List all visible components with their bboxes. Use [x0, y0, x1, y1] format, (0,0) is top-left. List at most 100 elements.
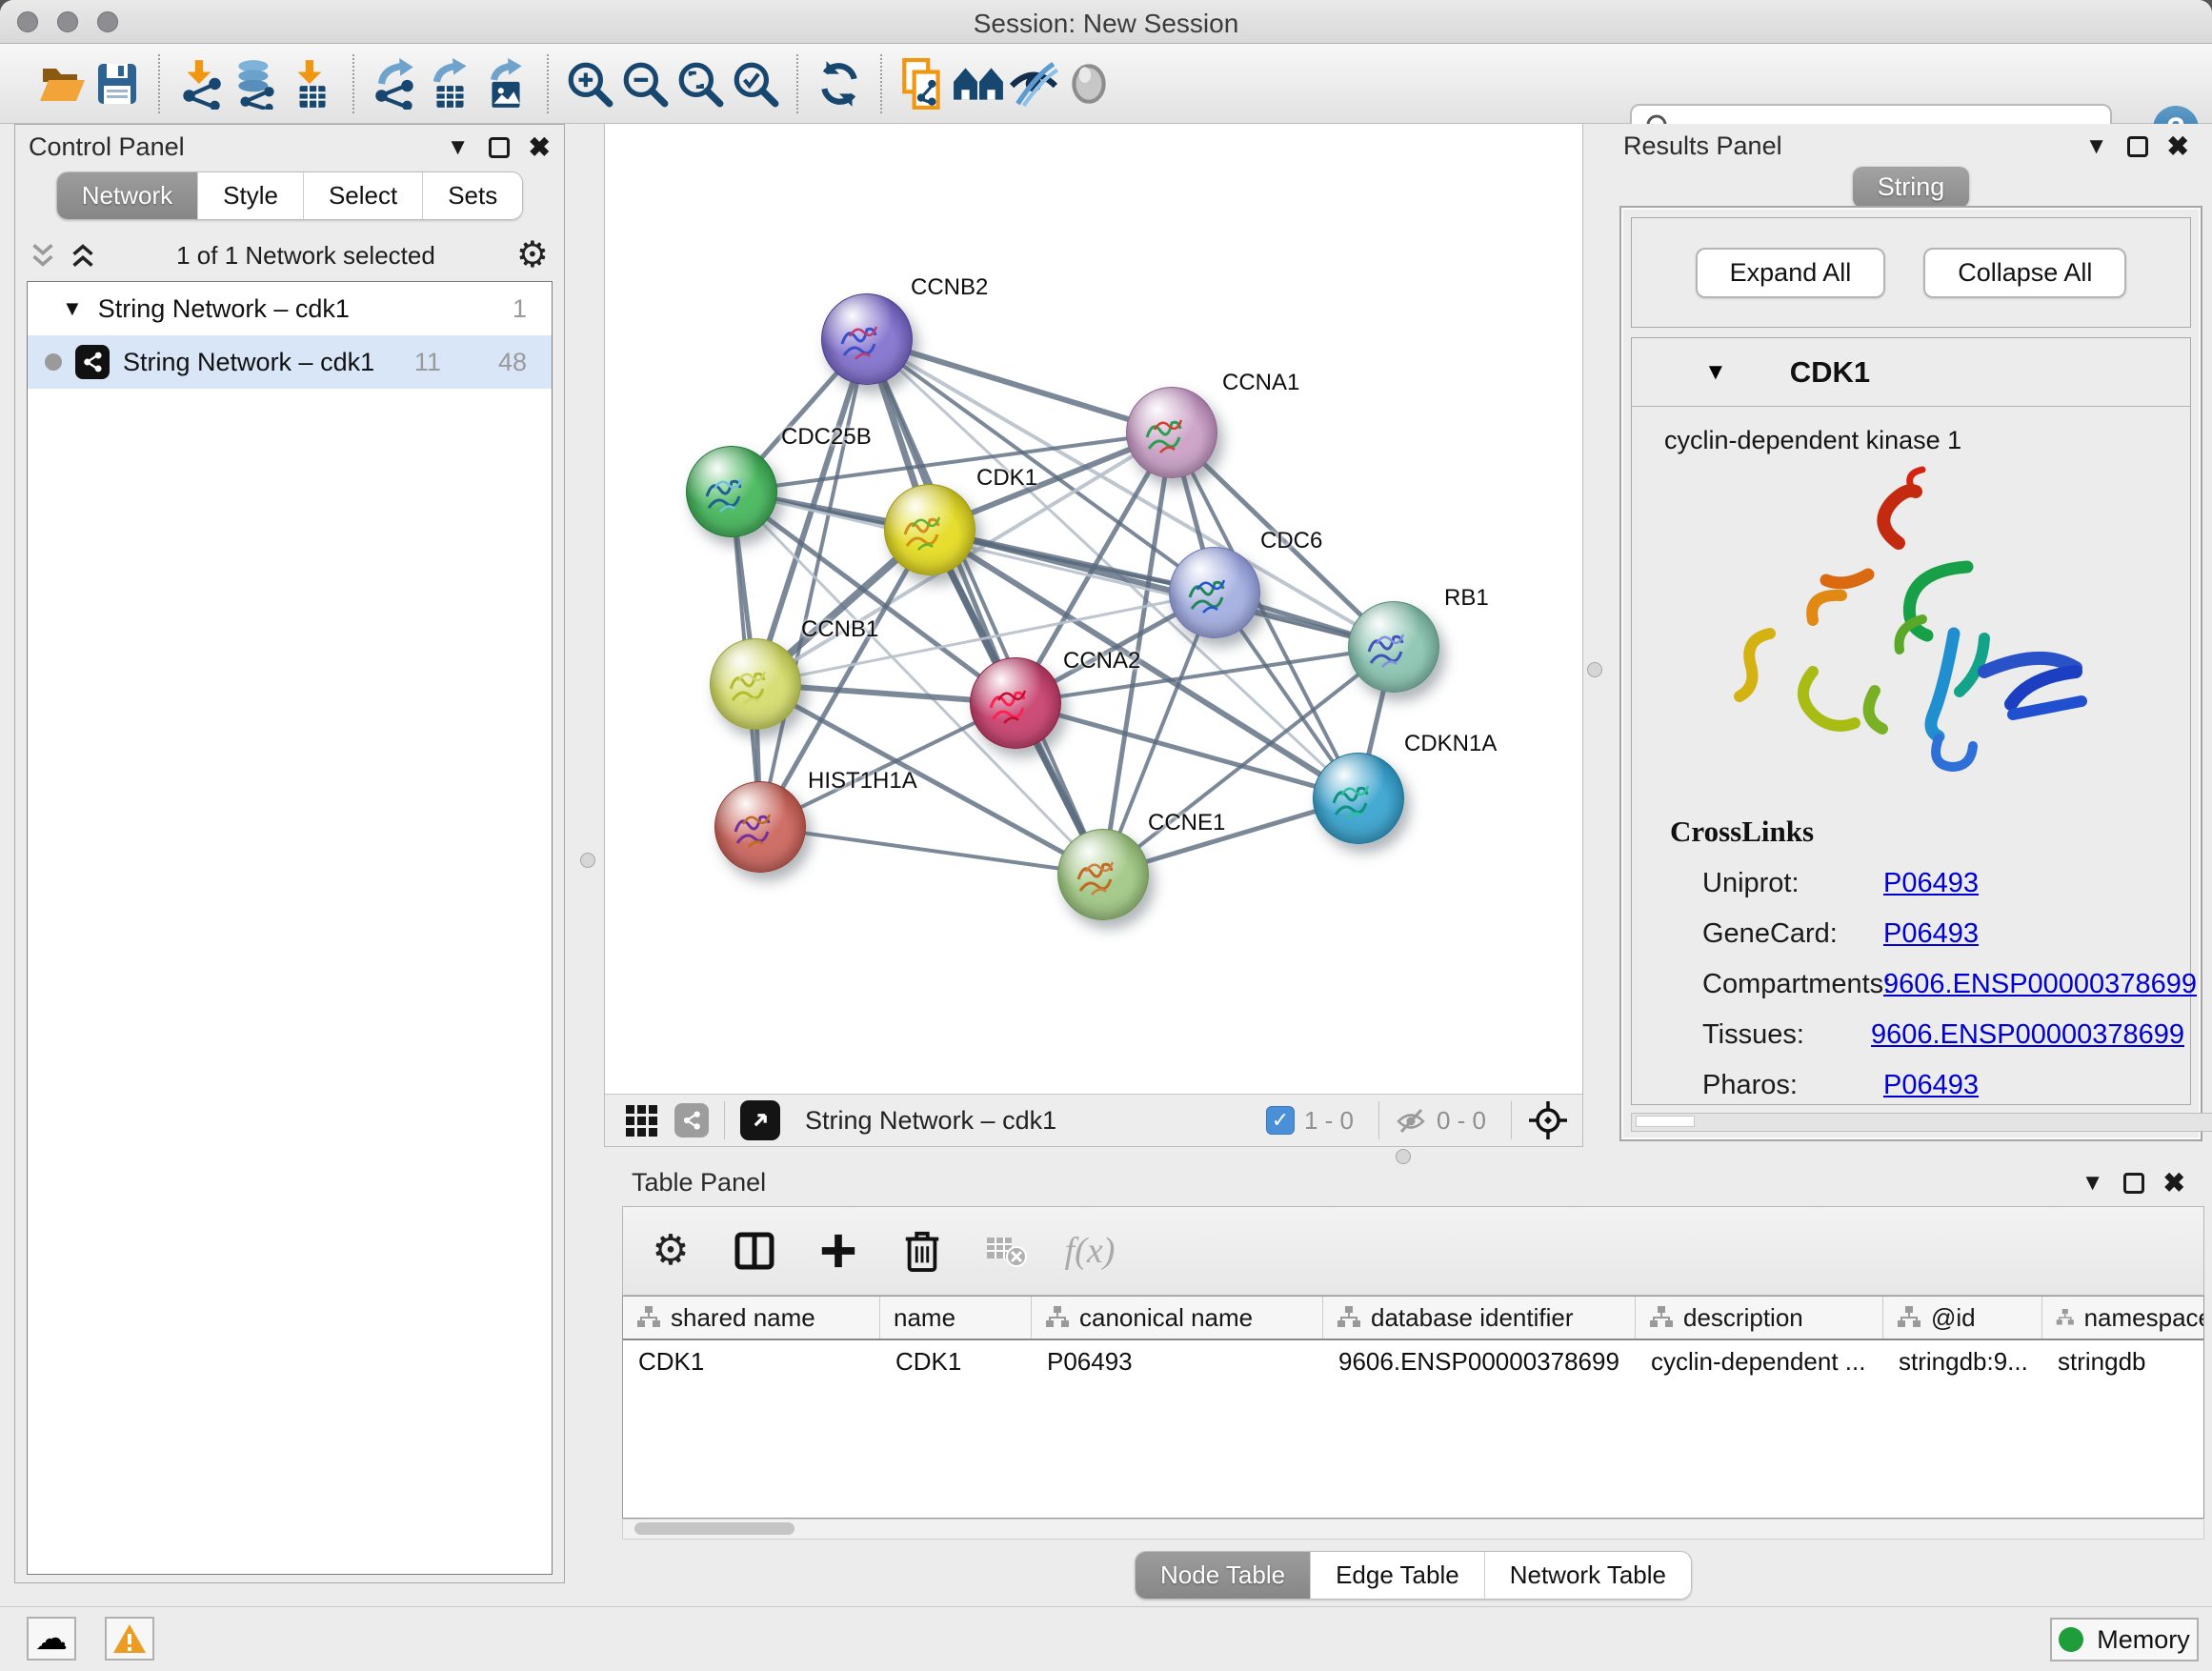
- zoom-out-button[interactable]: [617, 52, 673, 115]
- edge-CCNB2-CCNA1[interactable]: [867, 339, 1172, 433]
- node-CCNB2[interactable]: [821, 293, 913, 385]
- node-CDKN1A[interactable]: [1313, 753, 1404, 844]
- panel-menu-icon[interactable]: ▼: [447, 136, 470, 159]
- function-builder-button[interactable]: f(x): [1063, 1224, 1116, 1278]
- cloud-services-button[interactable]: ☁: [27, 1617, 76, 1661]
- memory-button[interactable]: Memory: [2050, 1618, 2199, 1661]
- float-panel-icon[interactable]: [2127, 136, 2148, 157]
- node-CDC25B[interactable]: [686, 446, 777, 537]
- tab-network[interactable]: Network: [57, 172, 197, 219]
- crosslink-link[interactable]: P06493: [1883, 1070, 1979, 1101]
- show-columns-button[interactable]: [728, 1224, 781, 1278]
- import-network-button[interactable]: [173, 52, 229, 115]
- export-table-button[interactable]: [423, 52, 478, 115]
- edge-HIST1H1A-CCNE1[interactable]: [760, 827, 1103, 875]
- column-header-description[interactable]: description: [1636, 1297, 1883, 1339]
- tab-node-table[interactable]: Node Table: [1136, 1552, 1310, 1599]
- node-CCNA2[interactable]: [970, 657, 1061, 749]
- open-in-new-window-button[interactable]: [740, 1100, 780, 1140]
- copy-network-button[interactable]: [895, 52, 951, 115]
- refresh-view-button[interactable]: [812, 52, 867, 115]
- protein-card-header[interactable]: ▼ CDK1: [1632, 338, 2190, 407]
- collapse-all-button[interactable]: Collapse All: [1923, 248, 2126, 298]
- close-panel-icon[interactable]: ✖: [529, 134, 551, 161]
- vertical-splitter-handle[interactable]: [1587, 662, 1602, 677]
- close-panel-icon[interactable]: ✖: [2163, 1170, 2185, 1197]
- node-HIST1H1A[interactable]: [714, 781, 806, 873]
- expand-all-tree-icon[interactable]: [70, 243, 95, 268]
- birdseye-view-button[interactable]: [626, 1105, 657, 1137]
- export-image-button[interactable]: [478, 52, 533, 115]
- fit-selected-crosshair-button[interactable]: [1527, 1099, 1569, 1141]
- hide-selected-button[interactable]: [1006, 52, 1061, 115]
- table-cell[interactable]: CDK1: [623, 1347, 880, 1377]
- table-scrollbar-thumb[interactable]: [634, 1522, 794, 1535]
- collection-expand-icon[interactable]: ▼: [62, 296, 83, 321]
- edge-CDK1-RB1[interactable]: [930, 530, 1394, 647]
- crosslink-link[interactable]: 9606.ENSP00000378699: [1883, 969, 2197, 1000]
- table-cell[interactable]: 9606.ENSP00000378699: [1323, 1347, 1636, 1377]
- node-CCNE1[interactable]: [1057, 829, 1149, 920]
- show-all-button[interactable]: [1061, 52, 1116, 115]
- expand-all-button[interactable]: Expand All: [1696, 248, 1886, 298]
- collapse-protein-icon[interactable]: ▼: [1704, 359, 1727, 386]
- column-header-database-identifier[interactable]: database identifier: [1323, 1297, 1636, 1339]
- add-column-button[interactable]: [812, 1224, 865, 1278]
- tab-edge-table[interactable]: Edge Table: [1310, 1552, 1484, 1599]
- node-CDC6[interactable]: [1169, 547, 1260, 638]
- export-network-button[interactable]: [368, 52, 423, 115]
- zoom-in-button[interactable]: [562, 52, 617, 115]
- tab-sets[interactable]: Sets: [422, 172, 522, 219]
- save-session-button[interactable]: [90, 52, 145, 115]
- crosslink-link[interactable]: P06493: [1883, 918, 1979, 950]
- table-cell[interactable]: stringdb:9...: [1883, 1347, 2042, 1377]
- table-row[interactable]: CDK1CDK1P064939606.ENSP00000378699cyclin…: [623, 1340, 2203, 1382]
- node-CCNB1[interactable]: [710, 638, 801, 730]
- collapse-all-tree-icon[interactable]: [30, 243, 55, 268]
- close-panel-icon[interactable]: ✖: [2167, 133, 2189, 160]
- first-neighbors-button[interactable]: [951, 52, 1006, 115]
- column-header-canonical-name[interactable]: canonical name: [1032, 1297, 1323, 1339]
- panel-menu-icon[interactable]: ▼: [2081, 1172, 2104, 1195]
- column-header-shared-name[interactable]: shared name: [623, 1297, 880, 1339]
- float-panel-icon[interactable]: [2123, 1173, 2144, 1194]
- panel-menu-icon[interactable]: ▼: [2085, 135, 2108, 158]
- crosslink-link[interactable]: 9606.ENSP00000378699: [1871, 1019, 2184, 1051]
- import-network-from-database-button[interactable]: [229, 52, 284, 115]
- column-header-name[interactable]: name: [880, 1297, 1032, 1339]
- float-panel-icon[interactable]: [489, 137, 510, 158]
- column-header-namespace[interactable]: namespace: [2042, 1297, 2204, 1339]
- import-table-button[interactable]: [284, 52, 339, 115]
- table-cell[interactable]: cyclin-dependent ...: [1636, 1347, 1883, 1377]
- results-scrollbar[interactable]: [1631, 1113, 2212, 1132]
- tab-string[interactable]: String: [1853, 167, 1969, 208]
- tab-network-table[interactable]: Network Table: [1484, 1552, 1691, 1599]
- tab-select[interactable]: Select: [303, 172, 422, 219]
- zoom-selected-button[interactable]: [728, 52, 783, 115]
- node-CCNA1[interactable]: [1126, 387, 1217, 478]
- table-cell[interactable]: P06493: [1032, 1347, 1323, 1377]
- delete-column-button[interactable]: [895, 1224, 949, 1278]
- column-header-@id[interactable]: @id: [1883, 1297, 2042, 1339]
- horizontal-splitter-handle[interactable]: [1396, 1149, 1411, 1164]
- network-canvas[interactable]: CCNB2CCNA1CDC25BCDK1CDC6RB1CCNB1CCNA2CDK…: [605, 124, 1584, 1094]
- vertical-splitter-handle[interactable]: [580, 853, 595, 868]
- warnings-button[interactable]: [105, 1617, 154, 1661]
- table-horizontal-scrollbar[interactable]: [622, 1519, 2204, 1540]
- open-session-button[interactable]: [34, 52, 90, 115]
- network-options-gear-icon[interactable]: ⚙: [516, 237, 549, 273]
- table-cell[interactable]: CDK1: [880, 1347, 1032, 1377]
- zoom-fit-button[interactable]: [673, 52, 728, 115]
- network-row-selected[interactable]: String Network – cdk1 11 48: [28, 335, 552, 389]
- tab-style[interactable]: Style: [197, 172, 303, 219]
- crosslink-link[interactable]: P06493: [1883, 868, 1979, 899]
- results-scrollbar-thumb[interactable]: [1636, 1116, 1695, 1127]
- table-options-gear-button[interactable]: ⚙: [644, 1224, 697, 1278]
- annotation-mode-button[interactable]: [674, 1103, 709, 1137]
- table-cell[interactable]: stringdb: [2042, 1347, 2204, 1377]
- node-RB1[interactable]: [1348, 601, 1439, 693]
- selected-checkbox[interactable]: ✓: [1266, 1106, 1295, 1135]
- node-CDK1[interactable]: [884, 484, 975, 575]
- delete-table-button[interactable]: [979, 1224, 1033, 1278]
- network-collection-row[interactable]: ▼ String Network – cdk1 1: [28, 282, 552, 335]
